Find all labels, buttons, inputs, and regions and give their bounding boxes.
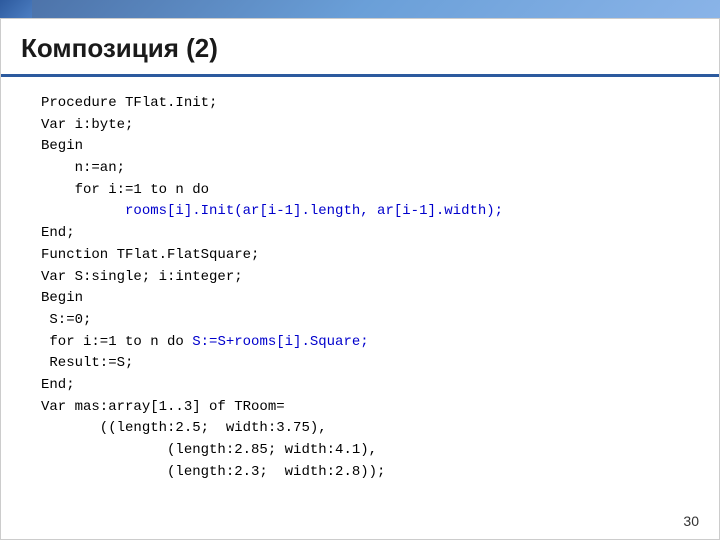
- code-highlight-1: rooms[i].Init(ar[i-1].length, ar[i-1].wi…: [125, 203, 503, 219]
- slide-title: Композиция (2): [21, 33, 699, 64]
- code-line-9: Var S:single; i:integer;: [41, 267, 689, 289]
- page-number: 30: [683, 513, 699, 529]
- code-line-16: ((length:2.5; width:3.75),: [41, 418, 689, 440]
- code-line-15: Var mas:array[1..3] of TRoom=: [41, 397, 689, 419]
- code-line-17: (length:2.85; width:4.1),: [41, 440, 689, 462]
- code-highlight-2: S:=S+rooms[i].Square;: [192, 334, 368, 350]
- code-line-5: for i:=1 to n do: [41, 180, 689, 202]
- slide-container: Композиция (2) Procedure TFlat.Init; Var…: [0, 18, 720, 540]
- code-line-8: Function TFlat.FlatSquare;: [41, 245, 689, 267]
- code-line-11: S:=0;: [41, 310, 689, 332]
- code-line-13: Result:=S;: [41, 353, 689, 375]
- code-line-3: Begin: [41, 136, 689, 158]
- code-line-4: n:=an;: [41, 158, 689, 180]
- code-line-1: Procedure TFlat.Init;: [41, 93, 689, 115]
- top-bar: [0, 0, 720, 18]
- slide-header: Композиция (2): [1, 19, 719, 77]
- code-line-7: End;: [41, 223, 689, 245]
- code-line-18: (length:2.3; width:2.8));: [41, 462, 689, 484]
- code-line-10: Begin: [41, 288, 689, 310]
- slide-content: Procedure TFlat.Init; Var i:byte; Begin …: [1, 77, 719, 493]
- code-line-2: Var i:byte;: [41, 115, 689, 137]
- code-line-12: for i:=1 to n do S:=S+rooms[i].Square;: [41, 332, 689, 354]
- code-line-6: rooms[i].Init(ar[i-1].length, ar[i-1].wi…: [41, 201, 689, 223]
- code-line-14: End;: [41, 375, 689, 397]
